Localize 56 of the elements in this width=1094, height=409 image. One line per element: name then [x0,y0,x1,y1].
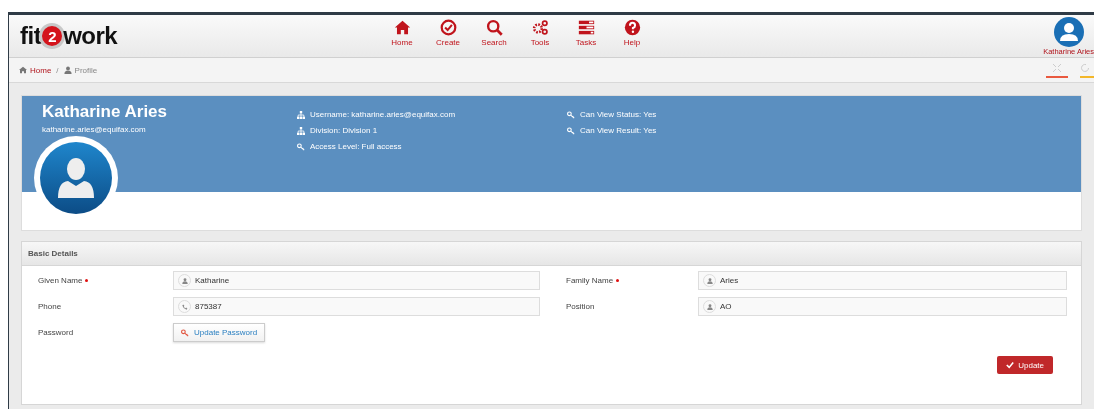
field-label: Family Name [566,276,614,285]
home-icon [19,66,27,74]
nav-label: Tools [530,38,550,47]
user-avatar-icon[interactable] [1054,17,1084,47]
profile-email: katharine.aries@equifax.com [42,125,147,134]
input-field[interactable]: Katharine [173,271,540,290]
nav-link[interactable]: Create [425,19,471,47]
breadcrumb-current: Profile [74,65,98,75]
check-icon [1006,361,1015,369]
profile-detail: Access Level: Full access [310,142,402,151]
phone-icon [181,303,188,310]
sitemap-icon [297,126,305,135]
refresh-icon[interactable] [1080,62,1094,78]
profile-detail: Username: katharine.aries@equifax.com [310,110,456,119]
profile-detail: Division: Division 1 [310,126,378,135]
nav-link[interactable]: Search [471,19,517,47]
nav-label: Tasks [575,38,597,47]
profile-detail: Can View Status: Yes [580,110,657,119]
check-circle-icon [439,19,457,36]
field-label: Phone [38,302,62,311]
sitemap-icon [297,110,305,119]
profile-name: Katharine Aries [42,102,169,122]
update-button[interactable]: Update [997,356,1053,374]
help-icon [623,19,641,36]
nav-label: Create [436,38,460,47]
nav-label: Search [481,38,507,47]
profile-detail: Can View Result: Yes [580,126,657,135]
nav-link[interactable]: Tasks [563,19,609,47]
nav-link[interactable]: Home [379,19,425,47]
logo[interactable]: fit 2 work [20,22,118,50]
expand-icon[interactable] [1046,62,1068,78]
user-icon [63,66,72,74]
home-icon [393,19,411,36]
nav-link[interactable]: Tools [517,19,563,47]
field-label: Position [566,302,595,311]
update-password-button[interactable]: Update Password [173,323,266,342]
user-icon [706,277,713,284]
breadcrumb-separator: / [56,65,59,75]
key-icon [297,142,305,151]
key-icon [567,110,575,119]
field-label: Password [38,328,74,337]
user-icon [706,303,713,310]
tasks-icon [577,19,595,36]
nav-label: Home [391,38,413,47]
nav-link[interactable]: Help [609,19,655,47]
input-field[interactable]: AO [698,297,1067,316]
field-label: Given Name [38,276,83,285]
user-icon [181,277,188,284]
input-field[interactable]: Aries [698,271,1067,290]
input-field[interactable]: 875387 [173,297,540,316]
search-icon [485,19,503,36]
nav-label: Help [623,38,641,47]
key-icon [567,126,575,135]
panel-title: Basic Details [28,249,78,258]
breadcrumb-link[interactable]: Home [30,65,52,75]
key-icon [181,328,189,337]
